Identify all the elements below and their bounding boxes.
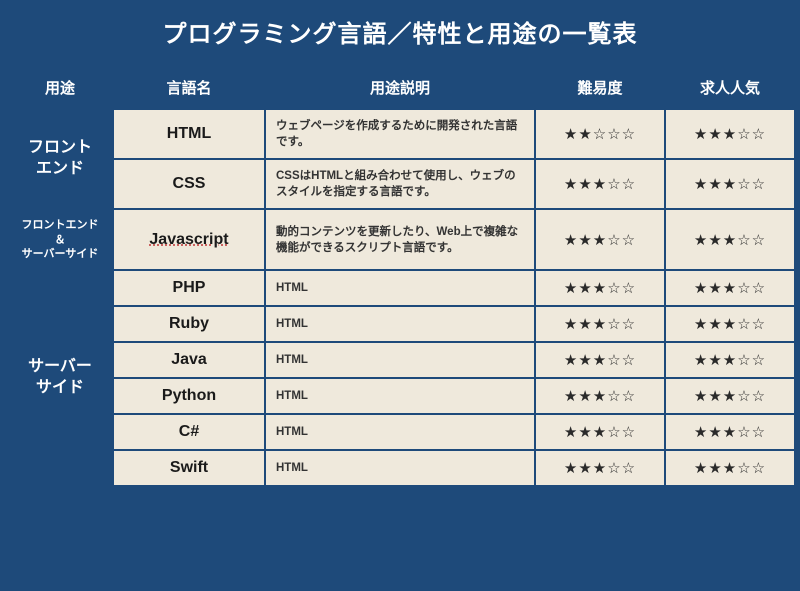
description-cell: HTML bbox=[266, 379, 534, 413]
description-cell: 動的コンテンツを更新したり、Web上で複雑な機能ができるスクリプト言語です。 bbox=[266, 210, 534, 269]
description-cell: HTML bbox=[266, 271, 534, 305]
popularity-cell: ★★★☆☆ bbox=[666, 451, 794, 485]
difficulty-cell: ★★★☆☆ bbox=[536, 271, 664, 305]
description-cell: HTML bbox=[266, 343, 534, 377]
difficulty-cell: ★★★☆☆ bbox=[536, 415, 664, 449]
table-row: JavaHTML★★★☆☆★★★☆☆ bbox=[8, 343, 794, 377]
table-row: RubyHTML★★★☆☆★★★☆☆ bbox=[8, 307, 794, 341]
header-category: 用途 bbox=[8, 67, 112, 108]
language-cell: HTML bbox=[114, 110, 264, 158]
description-cell: ウェブページを作成するために開発された言語です。 bbox=[266, 110, 534, 158]
table-row: フロントエンドHTMLウェブページを作成するために開発された言語です。★★☆☆☆… bbox=[8, 110, 794, 158]
description-cell: HTML bbox=[266, 451, 534, 485]
header-language: 言語名 bbox=[114, 67, 264, 108]
description-cell: HTML bbox=[266, 307, 534, 341]
language-cell: Python bbox=[114, 379, 264, 413]
difficulty-cell: ★★★☆☆ bbox=[536, 343, 664, 377]
popularity-cell: ★★★☆☆ bbox=[666, 110, 794, 158]
language-table: 用途 言語名 用途説明 難易度 求人人気 フロントエンドHTMLウェブページを作… bbox=[6, 65, 796, 487]
table-row: フロントエンド＆サーバーサイドJavascript動的コンテンツを更新したり、W… bbox=[8, 210, 794, 269]
header-popularity: 求人人気 bbox=[666, 67, 794, 108]
page-title: プログラミング言語／特性と用途の一覧表 bbox=[0, 0, 800, 65]
category-cell: サーバーサイド bbox=[8, 271, 112, 485]
table-row: サーバーサイドPHPHTML★★★☆☆★★★☆☆ bbox=[8, 271, 794, 305]
difficulty-cell: ★★★☆☆ bbox=[536, 307, 664, 341]
language-cell: PHP bbox=[114, 271, 264, 305]
difficulty-cell: ★★★☆☆ bbox=[536, 210, 664, 269]
language-cell: Swift bbox=[114, 451, 264, 485]
table-row: PythonHTML★★★☆☆★★★☆☆ bbox=[8, 379, 794, 413]
popularity-cell: ★★★☆☆ bbox=[666, 210, 794, 269]
popularity-cell: ★★★☆☆ bbox=[666, 379, 794, 413]
category-cell: フロントエンド bbox=[8, 110, 112, 208]
popularity-cell: ★★★☆☆ bbox=[666, 415, 794, 449]
popularity-cell: ★★★☆☆ bbox=[666, 343, 794, 377]
language-cell: C# bbox=[114, 415, 264, 449]
table-wrap: 用途 言語名 用途説明 難易度 求人人気 フロントエンドHTMLウェブページを作… bbox=[0, 65, 800, 493]
table-row: C#HTML★★★☆☆★★★☆☆ bbox=[8, 415, 794, 449]
language-cell: Java bbox=[114, 343, 264, 377]
description-cell: CSSはHTMLと組み合わせて使用し、ウェブのスタイルを指定する言語です。 bbox=[266, 160, 534, 208]
header-difficulty: 難易度 bbox=[536, 67, 664, 108]
language-cell: Ruby bbox=[114, 307, 264, 341]
language-cell: Javascript bbox=[114, 210, 264, 269]
language-cell: CSS bbox=[114, 160, 264, 208]
difficulty-cell: ★★★☆☆ bbox=[536, 451, 664, 485]
table-row: SwiftHTML★★★☆☆★★★☆☆ bbox=[8, 451, 794, 485]
difficulty-cell: ★★★☆☆ bbox=[536, 160, 664, 208]
difficulty-cell: ★★★☆☆ bbox=[536, 379, 664, 413]
header-description: 用途説明 bbox=[266, 67, 534, 108]
popularity-cell: ★★★☆☆ bbox=[666, 307, 794, 341]
popularity-cell: ★★★☆☆ bbox=[666, 160, 794, 208]
description-cell: HTML bbox=[266, 415, 534, 449]
category-cell: フロントエンド＆サーバーサイド bbox=[8, 210, 112, 269]
difficulty-cell: ★★☆☆☆ bbox=[536, 110, 664, 158]
popularity-cell: ★★★☆☆ bbox=[666, 271, 794, 305]
header-row: 用途 言語名 用途説明 難易度 求人人気 bbox=[8, 67, 794, 108]
table-row: CSSCSSはHTMLと組み合わせて使用し、ウェブのスタイルを指定する言語です。… bbox=[8, 160, 794, 208]
